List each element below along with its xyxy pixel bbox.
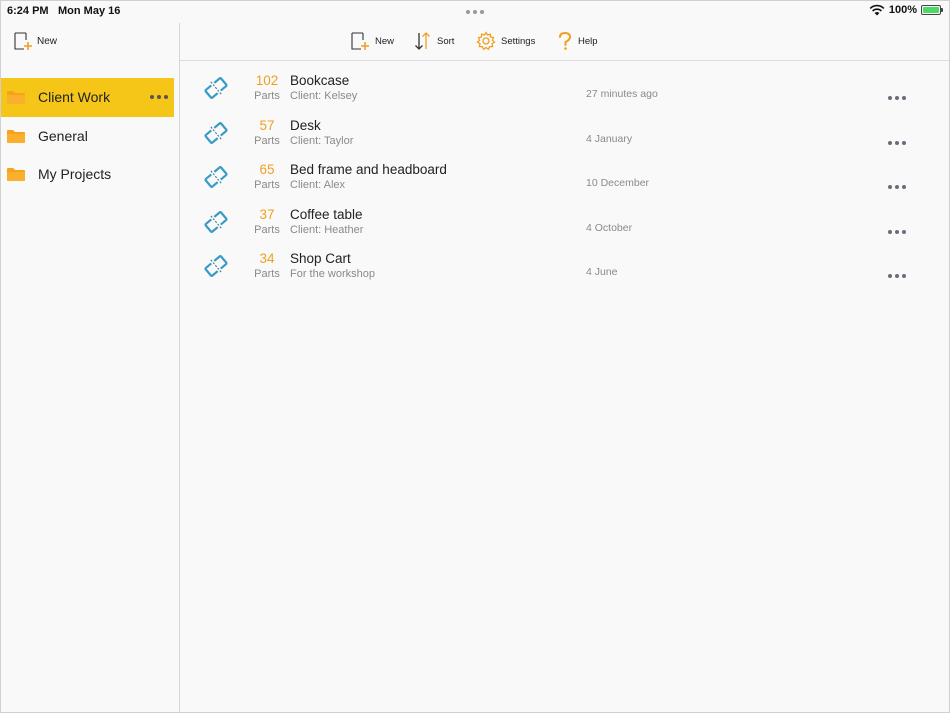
- project-date: 4 June: [586, 266, 618, 279]
- multitasking-handle[interactable]: [466, 10, 484, 14]
- cut-sheet-icon: [204, 166, 228, 189]
- part-unit: Parts: [254, 268, 280, 281]
- new-project-button[interactable]: New: [350, 31, 394, 51]
- part-unit: Parts: [254, 223, 280, 236]
- status-date: Mon May 16: [58, 5, 121, 17]
- new-folder-label: New: [37, 35, 58, 47]
- settings-button[interactable]: Settings: [476, 31, 535, 51]
- status-bar: 6:24 PM Mon May 16 100%: [1, 1, 949, 23]
- project-name: Shop Cart: [290, 251, 351, 267]
- part-count: 57: [259, 117, 275, 133]
- cut-sheet-icon: [204, 121, 228, 144]
- help-button[interactable]: Help: [557, 31, 598, 51]
- folder-label: General: [38, 127, 88, 144]
- battery-icon: [921, 5, 943, 15]
- project-subtitle: Client: Taylor: [290, 134, 354, 147]
- sidebar-toolbar: New: [1, 23, 179, 60]
- sidebar: New Client Work General My Projects: [1, 23, 180, 712]
- status-time: 6:24 PM: [7, 5, 49, 17]
- cut-sheet-icon: [204, 210, 228, 233]
- part-count: 65: [259, 162, 275, 178]
- project-more-button[interactable]: [888, 140, 906, 145]
- sort-arrows-icon: [415, 32, 430, 50]
- folder-item-my-projects[interactable]: My Projects: [1, 155, 174, 194]
- new-document-icon: [14, 32, 32, 50]
- folder-label: My Projects: [38, 166, 112, 183]
- project-more-button[interactable]: [888, 185, 906, 190]
- project-date: 4 October: [586, 221, 633, 234]
- question-mark-icon: [559, 31, 572, 50]
- sort-label: Sort: [437, 35, 455, 47]
- folder-item-general[interactable]: General: [1, 117, 174, 156]
- gear-icon: [476, 31, 496, 51]
- new-folder-button[interactable]: New: [13, 31, 57, 51]
- part-unit: Parts: [254, 179, 280, 192]
- project-name: Bed frame and headboard: [290, 162, 447, 178]
- main-toolbar: New Sort Settings Help: [180, 23, 949, 61]
- project-subtitle: Client: Kelsey: [290, 90, 358, 102]
- project-date: 4 January: [586, 132, 633, 145]
- cut-sheet-icon: [204, 77, 228, 99]
- project-name: Desk: [290, 117, 321, 133]
- new-document-icon: [351, 32, 369, 50]
- project-name: Coffee table: [290, 206, 363, 222]
- settings-label: Settings: [501, 35, 536, 47]
- help-label: Help: [578, 35, 598, 47]
- part-count: 34: [259, 251, 275, 267]
- new-project-label: New: [375, 35, 395, 47]
- project-subtitle: For the workshop: [290, 268, 375, 281]
- part-count: 102: [255, 73, 279, 88]
- project-row-coffee-table[interactable]: 37 Parts Coffee table Client: Heather 4 …: [180, 202, 949, 247]
- folder-icon: [7, 91, 25, 104]
- project-subtitle: Client: Heather: [290, 223, 364, 236]
- battery-percent: 100%: [888, 4, 917, 16]
- folder-more-button[interactable]: [150, 95, 168, 99]
- project-row-desk[interactable]: 57 Parts Desk Client: Taylor 4 January: [180, 113, 949, 158]
- status-right: 100%: [869, 4, 943, 16]
- folder-label: Client Work: [38, 89, 111, 106]
- main-content: New Sort Settings Help 102 Parts Bookcas…: [180, 23, 949, 712]
- project-row-shop-cart[interactable]: 34 Parts Shop Cart For the workshop 4 Ju…: [180, 246, 949, 291]
- part-count: 37: [259, 206, 275, 222]
- folder-icon: [7, 168, 25, 181]
- app-window: 6:24 PM Mon May 16 100% New Client Work …: [0, 0, 950, 713]
- cut-sheet-icon: [204, 255, 228, 278]
- project-date: 10 December: [586, 177, 650, 190]
- folder-item-client-work[interactable]: Client Work: [1, 78, 174, 117]
- project-name: Bookcase: [290, 73, 350, 88]
- part-unit: Parts: [254, 134, 280, 147]
- project-more-button[interactable]: [888, 229, 906, 234]
- wifi-icon: [869, 4, 885, 16]
- project-row-bookcase[interactable]: 102 Parts Bookcase Client: Kelsey 27 min…: [180, 68, 949, 113]
- project-list: 102 Parts Bookcase Client: Kelsey 27 min…: [180, 68, 949, 291]
- project-row-bed-frame[interactable]: 65 Parts Bed frame and headboard Client:…: [180, 157, 949, 202]
- folder-icon: [7, 129, 25, 143]
- battery-fill: [923, 7, 939, 13]
- sort-button[interactable]: Sort: [414, 31, 454, 51]
- project-subtitle: Client: Alex: [290, 179, 346, 192]
- folder-list: Client Work General My Projects: [1, 78, 174, 194]
- project-more-button[interactable]: [888, 274, 906, 279]
- project-date: 27 minutes ago: [586, 88, 658, 100]
- part-unit: Parts: [254, 90, 280, 102]
- project-more-button[interactable]: [888, 96, 906, 100]
